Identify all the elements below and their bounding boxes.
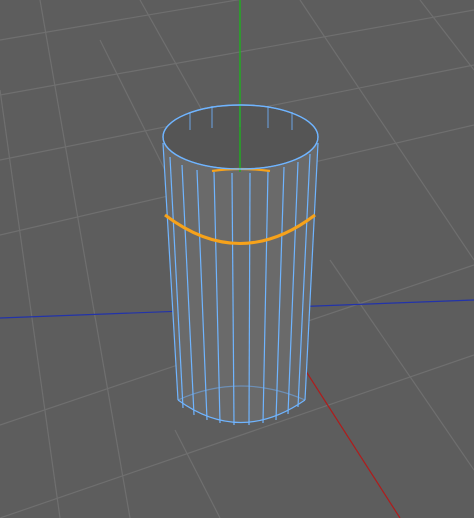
3d-viewport[interactable] bbox=[0, 0, 474, 518]
